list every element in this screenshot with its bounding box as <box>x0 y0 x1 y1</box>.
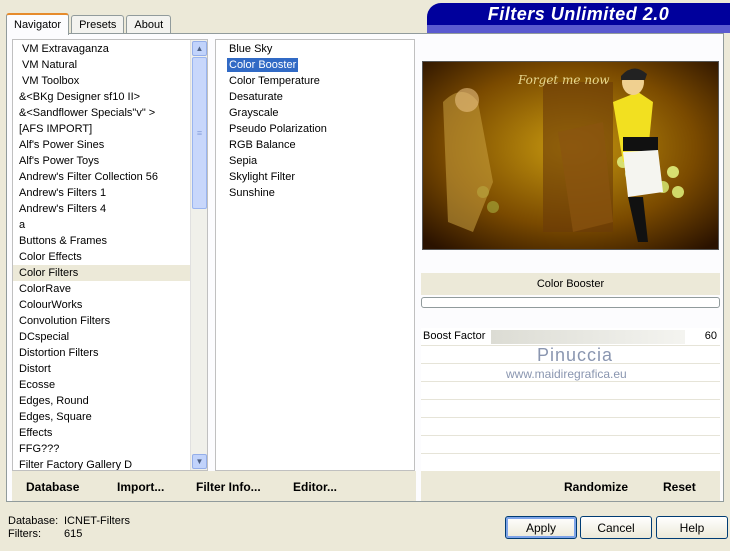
category-item[interactable]: [AFS IMPORT] <box>13 121 207 137</box>
category-item[interactable]: Color Filters <box>13 265 207 281</box>
filter-item[interactable]: Color Temperature <box>216 73 414 89</box>
filter-item[interactable]: Grayscale <box>216 105 414 121</box>
category-item[interactable]: DCspecial <box>13 329 207 345</box>
filter-item-label: Blue Sky <box>229 43 273 55</box>
param-label: Boost Factor <box>423 330 486 342</box>
filters-count: 615 <box>64 528 83 540</box>
category-item[interactable]: ColourWorks <box>13 297 207 313</box>
category-item[interactable]: Distortion Filters <box>13 345 207 361</box>
cancel-button[interactable]: Cancel <box>580 516 652 539</box>
category-item[interactable]: FFG??? <box>13 441 207 457</box>
filter-item[interactable]: Sepia <box>216 153 414 169</box>
filter-item[interactable]: Blue Sky <box>216 41 414 57</box>
category-item[interactable]: &<Sandflower Specials"v" > <box>13 105 207 121</box>
param-row-empty <box>421 400 720 418</box>
scroll-up-button[interactable]: ▲ <box>192 41 207 56</box>
category-item[interactable]: Andrew's Filter Collection 56 <box>13 169 207 185</box>
watermark-name: Pinuccia <box>537 345 614 365</box>
filter-item-label: Desaturate <box>229 91 283 103</box>
list-action-bar: Database Import... Filter Info... Editor… <box>12 471 416 501</box>
status-info: Database: ICNET-Filters Filters: 615 <box>8 515 130 541</box>
filter-item-label: Color Temperature <box>229 75 320 87</box>
randomize-button[interactable]: Randomize <box>564 480 628 494</box>
banner-underline <box>427 25 730 33</box>
category-item[interactable]: VM Natural <box>13 57 207 73</box>
progress-bar <box>421 297 720 308</box>
category-item[interactable]: VM Extravaganza <box>13 41 207 57</box>
filter-item-label: Skylight Filter <box>229 171 296 183</box>
filter-item[interactable]: RGB Balance <box>216 137 414 153</box>
param-row-empty <box>421 382 720 400</box>
param-value: 60 <box>704 330 717 342</box>
filter-item-label: Sunshine <box>229 187 275 199</box>
category-item[interactable]: &<BKg Designer sf10 II> <box>13 89 207 105</box>
category-item[interactable]: Andrew's Filters 4 <box>13 201 207 217</box>
category-item[interactable]: Effects <box>13 425 207 441</box>
category-item[interactable]: Edges, Square <box>13 409 207 425</box>
preview-image: Forget me now <box>422 61 719 250</box>
param-row-empty <box>421 436 720 454</box>
tab-about[interactable]: About <box>126 15 172 34</box>
apply-button[interactable]: Apply <box>505 516 577 539</box>
category-item[interactable]: a <box>13 217 207 233</box>
category-item[interactable]: Color Effects <box>13 249 207 265</box>
filter-item-label: Sepia <box>229 155 258 167</box>
scroll-down-button[interactable]: ▼ <box>192 454 207 469</box>
filter-item-label: Pseudo Polarization <box>229 123 327 135</box>
category-list[interactable]: VM Extravaganza VM Natural VM Toolbox &<BKg… <box>12 39 208 471</box>
filter-item[interactable]: Skylight Filter <box>216 169 414 185</box>
category-item[interactable]: Convolution Filters <box>13 313 207 329</box>
category-item[interactable]: Filter Factory Gallery D <box>13 457 207 470</box>
param-row-boost-factor[interactable]: Boost Factor 60 <box>421 328 720 346</box>
filter-item[interactable]: Color Booster <box>216 57 414 73</box>
param-row-empty <box>421 418 720 436</box>
category-item[interactable]: Distort <box>13 361 207 377</box>
help-button[interactable]: Help <box>656 516 728 539</box>
param-row-empty <box>421 454 720 472</box>
category-item[interactable]: Alf's Power Toys <box>13 153 207 169</box>
watermark-site: www.maidiregrafica.eu <box>506 367 627 381</box>
database-value: ICNET-Filters <box>64 515 130 527</box>
category-item[interactable]: VM Toolbox <box>13 73 207 89</box>
param-action-bar: Randomize Reset <box>421 471 720 501</box>
filters-label: Filters: <box>8 528 41 540</box>
preview-artwork: Forget me now <box>423 62 718 249</box>
database-button[interactable]: Database <box>26 480 79 494</box>
category-item[interactable]: Edges, Round <box>13 393 207 409</box>
filter-item[interactable]: Pseudo Polarization <box>216 121 414 137</box>
preview-caption: Forget me now <box>517 73 610 87</box>
reset-button[interactable]: Reset <box>663 480 696 494</box>
filter-item[interactable]: Desaturate <box>216 89 414 105</box>
scroll-thumb[interactable]: ≡ <box>192 57 207 209</box>
filter-item-label: RGB Balance <box>229 139 296 151</box>
filter-item[interactable]: Sunshine <box>216 185 414 201</box>
selected-filter-name: Color Booster <box>421 273 720 295</box>
app-title-banner: Filters Unlimited 2.0 <box>427 3 730 25</box>
import-button[interactable]: Import... <box>117 480 164 494</box>
category-item[interactable]: Andrew's Filters 1 <box>13 185 207 201</box>
filter-list[interactable]: Blue Sky Color Booster Color Temperature De… <box>215 39 415 471</box>
tab-navigator[interactable]: Navigator <box>6 13 70 35</box>
category-scrollbar[interactable]: ▲ ≡ ▼ <box>190 40 207 470</box>
filter-item-label: Grayscale <box>229 107 279 119</box>
filter-item-label: Color Booster <box>227 58 299 72</box>
category-item[interactable]: Buttons & Frames <box>13 233 207 249</box>
tab-presets[interactable]: Presets <box>71 15 125 34</box>
category-item[interactable]: Alf's Power Sines <box>13 137 207 153</box>
tab-bar: Navigator Presets About <box>6 12 173 35</box>
editor-button[interactable]: Editor... <box>293 480 337 494</box>
param-slider[interactable] <box>491 330 685 344</box>
category-item[interactable]: ColorRave <box>13 281 207 297</box>
category-item[interactable]: Ecosse <box>13 377 207 393</box>
database-label: Database: <box>8 515 59 527</box>
filter-info-button[interactable]: Filter Info... <box>196 480 261 494</box>
